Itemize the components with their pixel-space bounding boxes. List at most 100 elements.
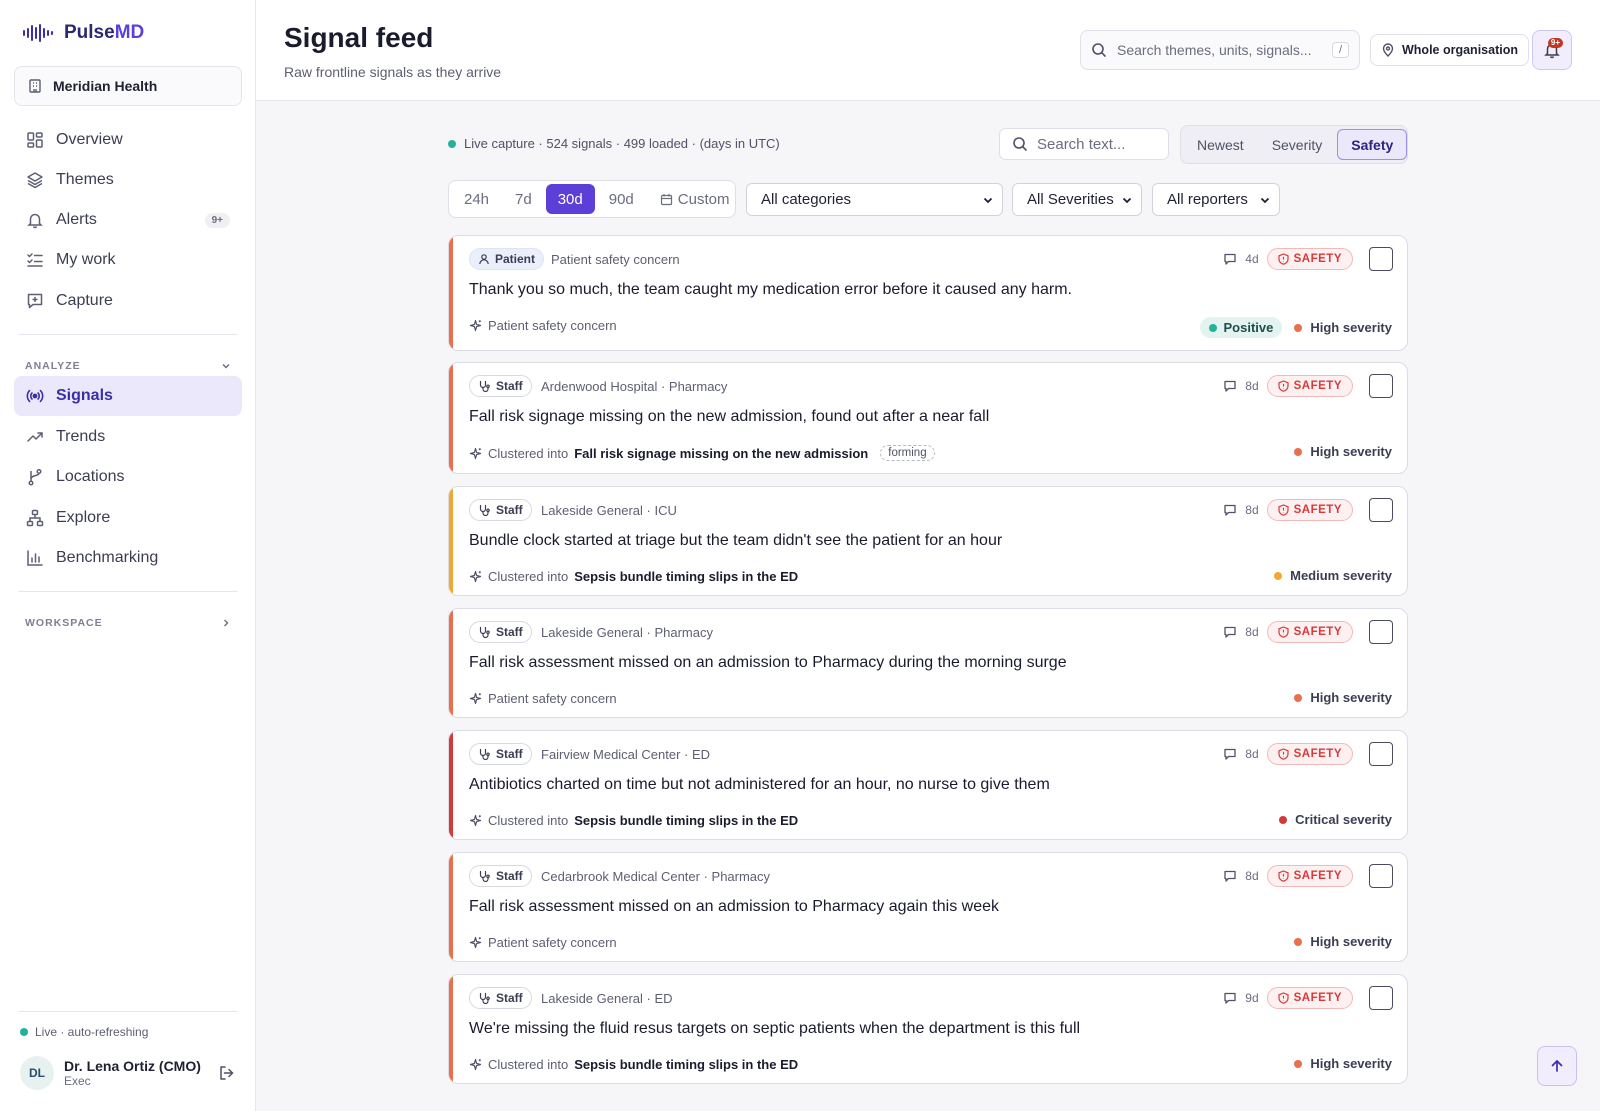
reporter-chip: Staff (469, 621, 532, 643)
signal-card[interactable]: Staff Lakeside General · ED 9d SAFETY We're … (448, 974, 1408, 1084)
select-checkbox[interactable] (1369, 620, 1393, 644)
comment-icon (1224, 253, 1236, 265)
broadcast-icon (26, 389, 44, 403)
signal-card[interactable]: Staff Fairview Medical Center · ED 8d SAFET… (448, 730, 1408, 840)
select-checkbox[interactable] (1369, 986, 1393, 1010)
app-logo[interactable]: PulseMD (22, 22, 144, 44)
range-option-custom[interactable]: Custom (648, 184, 742, 214)
signal-age: 4d (1245, 252, 1259, 266)
comments-button[interactable]: 8d (1223, 625, 1259, 639)
signal-meta: 8d SAFETY (1223, 864, 1393, 888)
sentiment-badge: Positive (1200, 317, 1283, 338)
cluster-link[interactable]: Sepsis bundle timing slips in the ED (574, 569, 798, 584)
nav-label: Alerts (56, 211, 97, 228)
nav-label: Capture (56, 292, 113, 309)
signal-location: Fairview Medical Center · ED (541, 747, 711, 762)
nav-item-my-work[interactable]: My work (14, 240, 242, 280)
category-label: Patient safety concern (488, 935, 617, 950)
sort-option-severity[interactable]: Severity (1259, 129, 1336, 160)
nav-label: Locations (56, 468, 125, 485)
range-custom-label: Custom (677, 190, 730, 208)
reporter-label: Patient (495, 252, 536, 266)
org-switcher[interactable]: Meridian Health (14, 66, 242, 106)
logout-icon[interactable] (218, 1064, 236, 1082)
scroll-to-top-button[interactable] (1537, 1046, 1577, 1086)
select-checkbox[interactable] (1369, 374, 1393, 398)
nav-item-trends[interactable]: Trends (14, 417, 242, 457)
comments-button[interactable]: 4d (1223, 252, 1259, 266)
comments-button[interactable]: 8d (1223, 503, 1259, 517)
cluster-link[interactable]: Sepsis bundle timing slips in the ED (574, 1057, 798, 1072)
nav-item-signals[interactable]: Signals (14, 376, 242, 416)
cluster-link[interactable]: Sepsis bundle timing slips in the ED (574, 813, 798, 828)
sidebar: PulseMD Meridian Health Overview Themes … (0, 0, 256, 1111)
text-search-input[interactable]: Search text... (999, 128, 1169, 160)
page-title: Signal feed (284, 22, 434, 53)
avatar[interactable]: DL (20, 1056, 54, 1090)
comments-button[interactable]: 8d (1223, 379, 1259, 393)
signal-footer: Clustered into Sepsis bundle timing slips… (469, 569, 798, 584)
user-profile: DL Dr. Lena Ortiz (CMO) Exec (20, 1056, 236, 1090)
signal-age: 9d (1245, 991, 1259, 1005)
nav-item-themes[interactable]: Themes (14, 160, 242, 200)
sort-option-safety[interactable]: Safety (1337, 129, 1408, 160)
user-name: Dr. Lena Ortiz (CMO) (64, 1058, 201, 1074)
overview-grid-icon (27, 132, 43, 148)
chevron-right-icon (224, 619, 229, 627)
comments-button[interactable]: 8d (1223, 747, 1259, 761)
severity-bar (449, 487, 453, 595)
live-status: Live · auto-refreshing (20, 1025, 148, 1039)
signal-age: 8d (1245, 747, 1259, 761)
severity-label: High severity (1310, 320, 1392, 335)
select-checkbox[interactable] (1369, 498, 1393, 522)
range-option-30d[interactable]: 30d (545, 184, 595, 214)
severity-select[interactable]: All Severities (1012, 183, 1142, 216)
logo-text-accent: MD (114, 22, 145, 43)
chevron-down-icon (1260, 197, 1270, 203)
checklist-icon (27, 253, 43, 267)
building-icon (29, 79, 41, 93)
signal-card[interactable]: Staff Cedarbrook Medical Center · Pharmac… (448, 852, 1408, 962)
signal-card[interactable]: Staff Ardenwood Hospital · Pharmacy 8d SAFE… (448, 362, 1408, 474)
section-workspace-toggle[interactable]: WORKSPACE (25, 617, 231, 629)
safety-badge: SAFETY (1266, 987, 1353, 1009)
range-option-24h[interactable]: 24h (452, 184, 501, 214)
search-shortcut: / (1331, 42, 1349, 58)
scope-button[interactable]: Whole organisation (1370, 34, 1529, 66)
nav-item-alerts[interactable]: Alerts 9+ (14, 200, 242, 240)
severity-label: Medium severity (1290, 568, 1392, 583)
safety-badge: SAFETY (1266, 499, 1353, 521)
severity-label: High severity (1310, 690, 1392, 705)
cluster-link[interactable]: Fall risk signage missing on the new adm… (574, 446, 868, 461)
category-select[interactable]: All categories (746, 183, 1003, 216)
sort-option-newest[interactable]: Newest (1184, 129, 1257, 160)
range-option-7d[interactable]: 7d (503, 184, 544, 214)
select-checkbox[interactable] (1369, 864, 1393, 888)
reporter-select[interactable]: All reporters (1152, 183, 1280, 216)
section-analyze-toggle[interactable]: ANALYZE (25, 360, 231, 372)
nav-item-benchmarking[interactable]: Benchmarking (14, 538, 242, 578)
signal-footer: Patient safety concern (469, 318, 617, 333)
global-search-input[interactable]: Search themes, units, signals... / (1080, 30, 1360, 70)
signal-card[interactable]: Staff Lakeside General · ICU 8d SAFETY Bundl… (448, 486, 1408, 596)
comments-button[interactable]: 8d (1223, 869, 1259, 883)
comments-button[interactable]: 9d (1223, 991, 1259, 1005)
nav-item-locations[interactable]: Locations (14, 457, 242, 497)
safety-badge: SAFETY (1266, 743, 1353, 765)
range-option-90d[interactable]: 90d (597, 184, 646, 214)
severity-indicator: High severity (1294, 934, 1392, 949)
notifications-button[interactable]: 9+ (1532, 30, 1572, 70)
safety-label: SAFETY (1293, 253, 1342, 265)
signal-location: Ardenwood Hospital · Pharmacy (541, 379, 728, 394)
nav-item-explore[interactable]: Explore (14, 498, 242, 538)
signal-card[interactable]: Staff Lakeside General · Pharmacy 8d SAFETY… (448, 608, 1408, 718)
signal-meta: 8d SAFETY (1223, 620, 1393, 644)
reporter-value: All reporters (1167, 191, 1248, 208)
severity-indicator: High severity (1294, 690, 1392, 705)
select-checkbox[interactable] (1369, 742, 1393, 766)
select-checkbox[interactable] (1369, 247, 1393, 271)
nav-item-overview[interactable]: Overview (14, 120, 242, 160)
signal-card[interactable]: Patient Patient safety concern 4d SAFETY Tha… (448, 235, 1408, 351)
severity-indicator: Positive High severity (1200, 317, 1392, 338)
nav-item-capture[interactable]: Capture (14, 281, 242, 321)
